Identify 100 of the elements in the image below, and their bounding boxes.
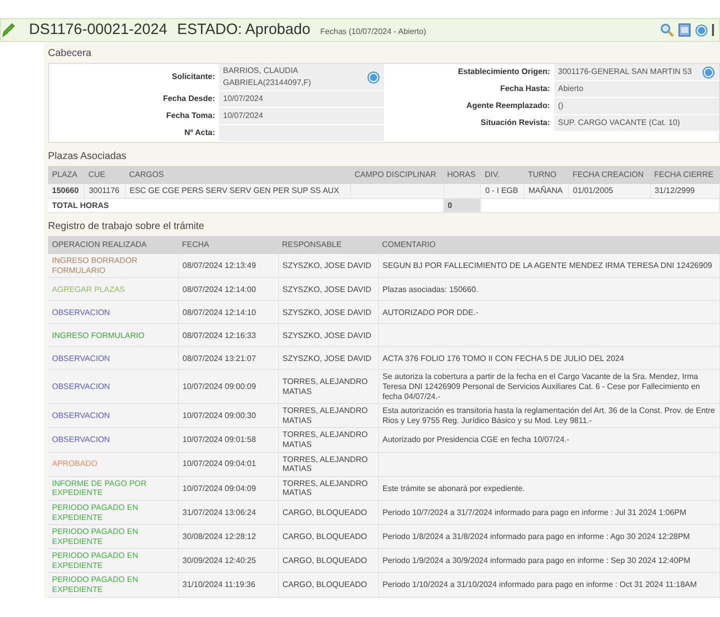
table-cell: 08/07/2024 12:16:33 [178,324,278,347]
column-header: HORAS [443,166,481,184]
search-icon[interactable] [660,23,674,37]
table-cell: 10/07/2024 09:00:09 [178,370,278,404]
table-cell: CARGO, BLOQUEADO [278,548,378,573]
field-label: Fecha Hasta: [499,83,551,95]
table-cell: TORRES, ALEJANDRO MATIAS [278,428,378,452]
table-cell: 150660 [48,184,84,198]
table-cell: 08/07/2024 12:14:10 [178,300,278,324]
table-cell: 3001176 [84,184,126,198]
section-title: Registro de trabajo sobre el trámite [48,220,206,234]
table-cell: Periodo 1/8/2024 a 31/8/2024 informado para pago en informe : Ago 30 2024 12:28PM [378,524,720,549]
operation-cell: PERIODO PAGADO EN EXPEDIENTE [48,572,178,598]
column-header: FECHA CIERRE [650,166,720,184]
operation-cell: APROBADO [48,452,178,476]
record-code: DS1176-00021-2024 [29,20,168,40]
field-value: 10/07/2024 [219,91,384,107]
operation-cell: INGRESO BORRADOR FORMULARIO [48,254,178,278]
field-value: BARRIOS, CLAUDIA GABRIELA(23144097,F) [219,64,384,90]
column-header: FECHA CREACION [568,166,650,184]
operation-cell: OBSERVACION [48,404,178,428]
table-cell: SZYSZKO, JOSE DAVID [278,346,378,370]
table-cell: SZYSZKO, JOSE DAVID [278,300,378,324]
table-cell: 30/09/2024 12:40:25 [178,548,278,573]
operation-cell: INFORME DE PAGO POR EXPEDIENTE [48,476,178,500]
table-cell: Periodo 10/7/2024 a 31/7/2024 informado para pago en informe : Jul 31 2024 1:06PM [378,500,720,525]
table-cell: TORRES, ALEJANDRO MATIAS [278,476,378,500]
pencil-icon[interactable] [1,22,15,38]
field-label: Situación Revista: [480,117,551,129]
table-cell: 08/07/2024 12:13:49 [178,254,278,278]
table-cell: 31/10/2024 11:19:36 [178,572,278,598]
total-value: 0 [443,198,481,213]
column-header: CAMPO DISCIPLINAR [350,166,444,184]
table-cell: 01/01/2005 [568,184,650,198]
operation-cell: PERIODO PAGADO EN EXPEDIENTE [48,500,178,525]
table-cell: TORRES, ALEJANDRO MATIAS [278,370,378,404]
table-cell: ACTA 376 FOLIO 176 TOMO II CON FECHA 5 DE JULIO DEL 2024 [378,346,720,370]
column-header: RESPONSABLE [278,236,378,254]
table-cell: 10/07/2024 09:04:09 [178,476,278,500]
column-header: OPERACION REALIZADA [48,236,178,254]
table-cell: CARGO, BLOQUEADO [278,572,378,598]
table-cell: CARGO, BLOQUEADO [278,524,378,549]
table-cell: TORRES, ALEJANDRO MATIAS [278,452,378,476]
column-header: CARGOS [125,166,350,184]
operation-cell: OBSERVACION [48,428,178,452]
table-cell: 10/07/2024 09:01:58 [178,428,278,452]
table-cell: Periodo 1/10/2024 a 31/10/2024 informado para pago en informe : Oct 31 2024 11:18AM [378,572,720,598]
section-title: Plazas Asociadas [48,150,128,164]
column-header: COMENTARIO [378,236,720,254]
table-cell: 08/07/2024 13:21:07 [178,346,278,370]
column-header: FECHA [178,236,278,254]
column-header: CUE [84,166,126,184]
operation-cell: INGRESO FORMULARIO [48,324,178,347]
info-icon[interactable] [695,24,708,36]
info-icon[interactable] [702,66,715,78]
operation-cell: OBSERVACION [48,346,178,370]
table-cell: 31/12/2999 [650,184,720,198]
field-label: Solicitante: [170,71,216,83]
total-label: TOTAL HORAS [48,198,444,213]
table-cell: 10/07/2024 09:04:01 [178,452,278,476]
field-value: 10/07/2024 [219,108,384,124]
table-cell: SZYSZKO, JOSE DAVID [278,254,378,278]
table-cell: 10/07/2024 09:00:30 [178,404,278,428]
table-cell: CARGO, BLOQUEADO [278,500,378,525]
field-label: Establecimiento Origen: [456,66,551,78]
field-label: Fecha Toma: [165,110,216,122]
operation-cell: OBSERVACION [48,370,178,404]
table-cell: Este trámite se abonará por expediente. [378,476,720,500]
table-cell: Periodo 1/9/2024 a 30/9/2024 informado para pago en informe : Sep 30 2024 12:40PM [378,548,720,573]
field-label: Nº Acta: [183,127,216,139]
field-value: Abierto [554,81,719,97]
operation-cell: OBSERVACION [48,300,178,324]
table-cell: Plazas asociadas: 150660. [378,278,720,301]
table-cell: 30/08/2024 12:28:12 [178,524,278,549]
table-cell: TORRES, ALEJANDRO MATIAS [278,404,378,428]
table-cell: 0 - I EGB [480,184,524,198]
table-cell: 08/07/2024 12:14:00 [178,278,278,301]
table-cell: ESC GE CGE PERS SERV SERV GEN PER SUP SS AUX [125,184,350,198]
table-cell: Autorizado por Presidencia CGE en fecha 10/07/24.- [378,428,720,452]
field-label: Agente Reemplazado: [465,100,551,112]
field-value: 3001176-GENERAL SAN MARTIN 53 [554,64,719,80]
field-value: () [554,98,719,114]
table-cell: 31/07/2024 13:06:24 [178,500,278,525]
table-cell [443,184,481,198]
dates-label: Fechas (10/07/2024 - Abierto) [320,26,426,38]
column-header: PLAZA [48,166,84,184]
document-icon[interactable] [678,23,691,37]
table-cell: SZYSZKO, JOSE DAVID [278,278,378,301]
status-title: ESTADO: Aprobado [177,20,310,40]
field-value: SUP. CARGO VACANTE (Cat. 10) [554,115,719,131]
table-cell: SEGUN BJ POR FALLECIMIENTO DE LA AGENTE MENDEZ IRMA TERESA DNI 12426909 [378,254,720,278]
operation-cell: PERIODO PAGADO EN EXPEDIENTE [48,524,178,549]
separator-icon [712,23,715,37]
info-icon[interactable] [367,70,380,84]
field-label: Fecha Desde: [162,93,216,105]
section-title: Cabecera [48,47,92,61]
column-header: DIV. [480,166,524,184]
table-cell: AUTORIZADO POR DDE.- [378,300,720,324]
table-cell: Esta autorización es transitoria hasta la reglamentación del Art. 36 de la Const. Prov. de Entre Rios y Ley 9755 Reg. Jurídico Básico y su Mod. Ley 9811.- [378,404,720,428]
column-header: TURNO [524,166,569,184]
